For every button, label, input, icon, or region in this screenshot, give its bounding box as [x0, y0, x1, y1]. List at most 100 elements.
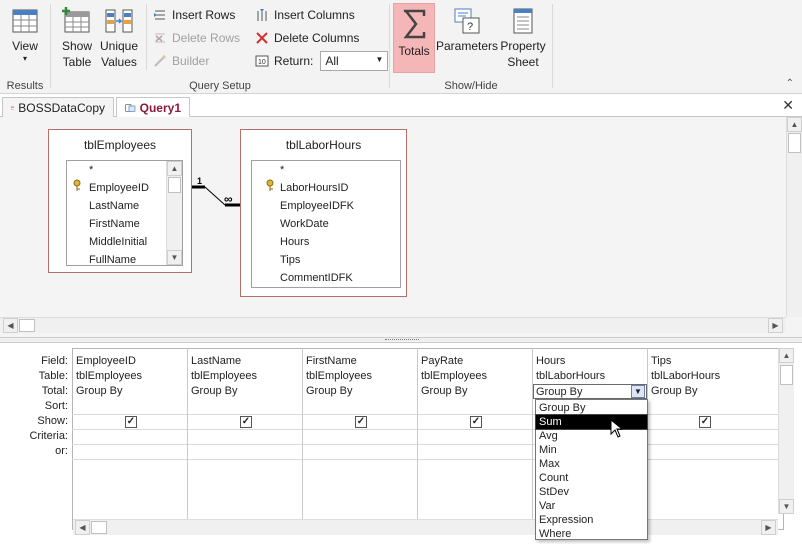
- field-cell[interactable]: Tips: [651, 354, 671, 369]
- field-item[interactable]: WorkDate: [280, 215, 329, 233]
- show-checkbox[interactable]: ✓: [125, 416, 137, 428]
- show-checkbox[interactable]: ✓: [699, 416, 711, 428]
- tab-bossdatacopy[interactable]: BOSSDataCopy: [2, 97, 114, 117]
- grid-column[interactable]: FirstName tblEmployees Group By ✓: [303, 348, 418, 530]
- field-item[interactable]: *: [280, 161, 284, 179]
- show-hide-group-label: Show/Hide: [444, 80, 498, 92]
- dropdown-option-expression[interactable]: Expression: [536, 513, 647, 527]
- field-cell[interactable]: EmployeeID: [76, 354, 136, 369]
- field-item[interactable]: FirstName: [89, 215, 140, 233]
- dropdown-option-min[interactable]: Min: [536, 443, 647, 457]
- row-label-criteria: Criteria:: [29, 430, 68, 442]
- table-cell[interactable]: tblLaborHours: [651, 369, 720, 384]
- dropdown-option-where[interactable]: Where: [536, 527, 647, 541]
- return-select[interactable]: All ▼: [320, 51, 389, 71]
- field-item[interactable]: Tips: [280, 251, 300, 269]
- field-cell[interactable]: FirstName: [306, 354, 357, 369]
- total-cell[interactable]: Group By: [306, 384, 352, 399]
- field-item[interactable]: EmployeeIDFK: [280, 197, 354, 215]
- grid-column[interactable]: PayRate tblEmployees Group By ✓: [418, 348, 533, 530]
- tab-label: Query1: [139, 101, 181, 115]
- scroll-thumb[interactable]: [19, 319, 35, 332]
- collapse-ribbon-icon[interactable]: ⌃: [786, 78, 794, 89]
- table-cell[interactable]: tblEmployees: [76, 369, 142, 384]
- sigma-icon: [403, 9, 426, 39]
- insert-rows-button[interactable]: Insert Rows: [153, 5, 235, 25]
- builder-button[interactable]: Builder: [153, 51, 209, 71]
- field-item[interactable]: Hours: [280, 233, 309, 251]
- grid-column[interactable]: EmployeeID tblEmployees Group By ✓: [73, 348, 188, 530]
- totals-button[interactable]: Totals: [393, 3, 435, 73]
- insert-columns-button[interactable]: Insert Columns: [255, 5, 355, 25]
- table-tblemployees[interactable]: tblEmployees * EmployeeID LastName First…: [48, 129, 192, 273]
- show-table-button[interactable]: Show Table: [57, 6, 97, 70]
- property-sheet-button[interactable]: Property Sheet: [498, 6, 548, 70]
- total-cell[interactable]: Group By: [421, 384, 467, 399]
- scroll-up-icon[interactable]: ▲: [779, 348, 794, 363]
- tab-query1[interactable]: Query1: [116, 97, 190, 118]
- field-item[interactable]: EmployeeID: [89, 179, 149, 197]
- builder-label: Builder: [172, 54, 210, 68]
- scroll-up-icon[interactable]: ▲: [167, 161, 182, 176]
- insert-columns-icon: [257, 9, 267, 21]
- scroll-right-icon[interactable]: ▶: [768, 318, 783, 333]
- dropdown-option-count[interactable]: Count: [536, 471, 647, 485]
- table-cell[interactable]: tblEmployees: [421, 369, 487, 384]
- total-cell[interactable]: Group By: [191, 384, 237, 399]
- scroll-thumb[interactable]: [91, 521, 107, 534]
- parameters-button[interactable]: ? Parameters: [436, 6, 498, 54]
- show-table-icon: [62, 7, 90, 33]
- view-button[interactable]: View ▾: [4, 6, 46, 64]
- grid-vertical-scrollbar[interactable]: ▲ ▼: [778, 348, 794, 514]
- field-item[interactable]: LaborHoursID: [280, 179, 348, 197]
- delete-columns-button[interactable]: Delete Columns: [255, 28, 359, 48]
- scroll-right-icon[interactable]: ▶: [761, 520, 776, 535]
- scroll-down-icon[interactable]: ▼: [167, 250, 182, 265]
- scroll-thumb[interactable]: [780, 365, 793, 385]
- close-tab-icon[interactable]: ✕: [782, 97, 794, 114]
- svg-text:10: 10: [258, 59, 266, 66]
- total-cell[interactable]: Group By: [651, 384, 697, 399]
- total-cell[interactable]: Group By: [76, 384, 122, 399]
- table-cell[interactable]: tblLaborHours: [536, 369, 605, 384]
- dropdown-option-stdev[interactable]: StDev: [536, 485, 647, 499]
- design-pane-horizontal-scrollbar[interactable]: ◀ ▶: [0, 317, 786, 333]
- grid-column[interactable]: LastName tblEmployees Group By ✓: [188, 348, 303, 530]
- property-sheet-icon: [513, 8, 533, 34]
- delete-rows-button[interactable]: Delete Rows: [153, 28, 240, 48]
- scroll-left-icon[interactable]: ◀: [75, 520, 90, 535]
- unique-values-button[interactable]: Unique Values: [97, 6, 141, 70]
- total-cell-active[interactable]: Group By ▼: [533, 384, 647, 399]
- grid-column[interactable]: Tips tblLaborHours Group By ✓: [648, 348, 778, 530]
- table-cell[interactable]: tblEmployees: [191, 369, 257, 384]
- query-setup-group-label: Query Setup: [189, 80, 251, 92]
- dropdown-option-avg[interactable]: Avg: [536, 429, 647, 443]
- scroll-left-icon[interactable]: ◀: [3, 318, 18, 333]
- field-list-scrollbar[interactable]: ▲ ▼: [166, 161, 182, 265]
- design-pane-vertical-scrollbar[interactable]: ▲: [786, 117, 802, 317]
- scroll-up-icon[interactable]: ▲: [787, 117, 802, 132]
- dropdown-option-var[interactable]: Var: [536, 499, 647, 513]
- show-checkbox[interactable]: ✓: [355, 416, 367, 428]
- dropdown-option-sum[interactable]: Sum: [535, 414, 648, 430]
- field-item[interactable]: LastName: [89, 197, 139, 215]
- table-tbllaborhours[interactable]: tblLaborHours * LaborHoursID EmployeeIDF…: [240, 129, 407, 297]
- show-checkbox[interactable]: ✓: [470, 416, 482, 428]
- field-item[interactable]: MiddleInitial: [89, 233, 147, 251]
- scroll-down-icon[interactable]: ▼: [779, 499, 794, 514]
- dropdown-option-group-by[interactable]: Group By: [536, 401, 647, 415]
- field-item[interactable]: *: [89, 161, 93, 179]
- field-item[interactable]: CommentIDFK: [280, 269, 353, 287]
- dropdown-option-max[interactable]: Max: [536, 457, 647, 471]
- dropdown-arrow-icon[interactable]: ▼: [631, 385, 645, 398]
- field-cell[interactable]: Hours: [536, 354, 565, 369]
- field-cell[interactable]: PayRate: [421, 354, 463, 369]
- return-icon: 10: [255, 55, 269, 67]
- show-checkbox[interactable]: ✓: [240, 416, 252, 428]
- field-cell[interactable]: LastName: [191, 354, 241, 369]
- table-cell[interactable]: tblEmployees: [306, 369, 372, 384]
- scroll-thumb[interactable]: [168, 177, 181, 193]
- field-item[interactable]: FullName: [89, 251, 136, 265]
- scroll-thumb[interactable]: [788, 133, 801, 153]
- grid-horizontal-scrollbar[interactable]: ◀ ▶: [73, 519, 778, 535]
